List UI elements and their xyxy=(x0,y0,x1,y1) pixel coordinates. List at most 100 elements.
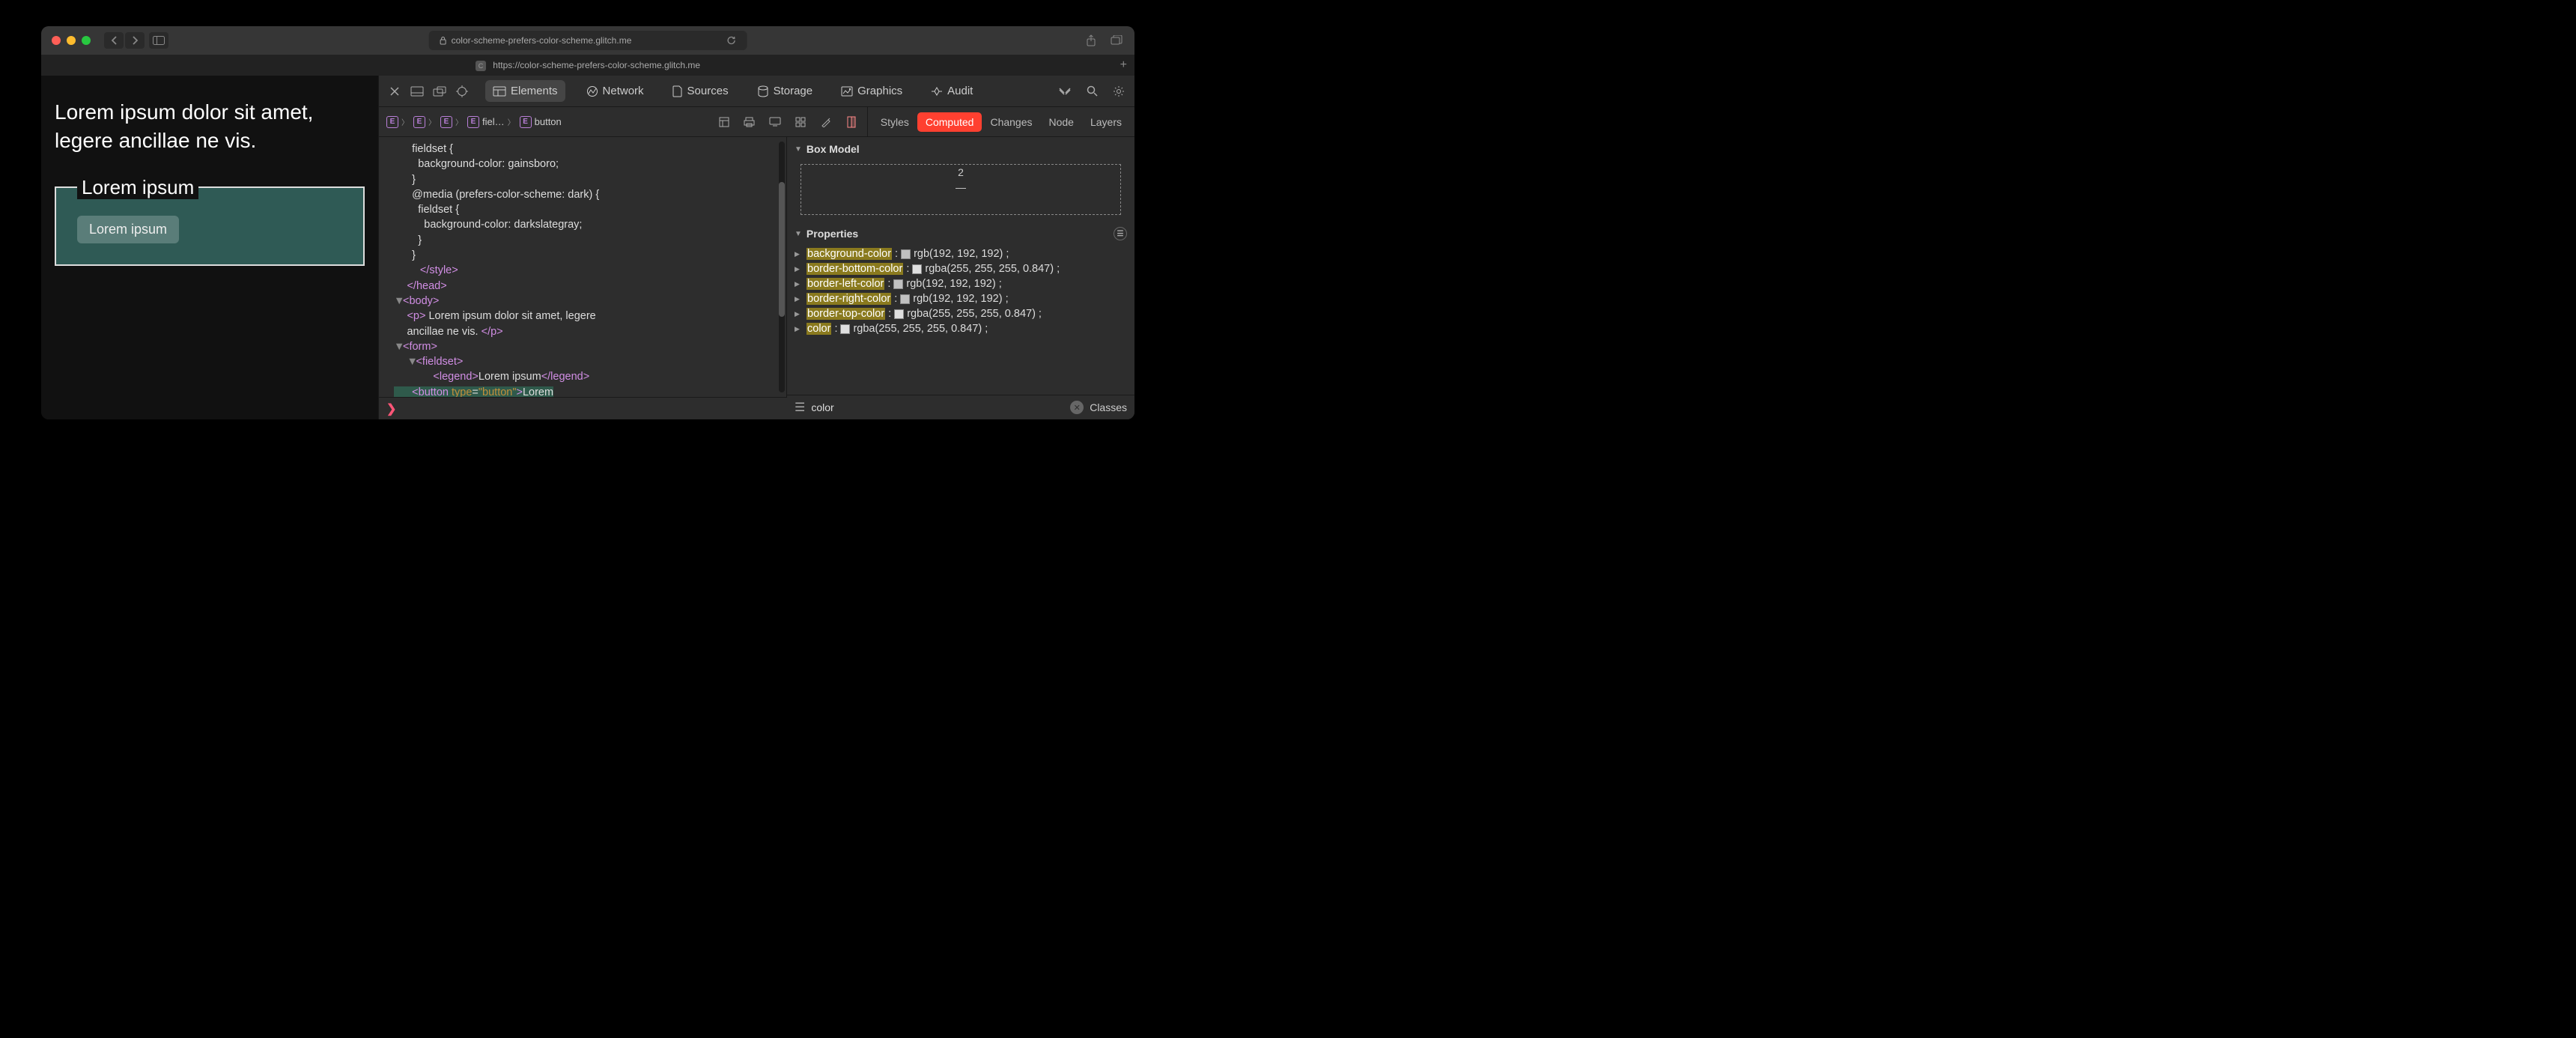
breadcrumb-item[interactable]: E〉 xyxy=(386,116,409,128)
search-button[interactable] xyxy=(1084,83,1100,100)
page-form: Lorem ipsum Lorem ipsum xyxy=(55,176,365,266)
clear-filter-button[interactable]: ✕ xyxy=(1070,401,1084,414)
tab-computed[interactable]: Computed xyxy=(917,112,982,132)
minimize-window-button[interactable] xyxy=(67,36,76,45)
properties-header[interactable]: ▼ Properties ☰ xyxy=(787,221,1134,246)
layout-button[interactable] xyxy=(716,114,732,130)
dom-tree-pane[interactable]: fieldset { background-color: gainsboro; … xyxy=(379,137,787,397)
tab-strip: C https://color-scheme-prefers-color-sch… xyxy=(41,55,1134,76)
lock-icon xyxy=(440,36,447,45)
settings-button[interactable] xyxy=(1111,83,1127,100)
tab-audit[interactable]: Audit xyxy=(923,80,980,102)
property-row[interactable]: ▶border-bottom-color: rgba(255, 255, 255… xyxy=(795,261,1127,276)
scrollbar-thumb[interactable] xyxy=(779,182,785,317)
sidebar-toggle-button[interactable] xyxy=(149,32,168,49)
color-swatch[interactable] xyxy=(840,324,850,334)
element-breadcrumb: E〉 E〉 E〉 Efiel…〉 Ebutton xyxy=(379,116,708,128)
device-button[interactable] xyxy=(767,114,783,130)
tab-styles[interactable]: Styles xyxy=(872,112,917,132)
property-row[interactable]: ▶border-top-color: rgba(255, 255, 255, 0… xyxy=(795,306,1127,321)
devtools-subtoolbar: E〉 E〉 E〉 Efiel…〉 Ebutton Styles xyxy=(379,107,1134,137)
share-button[interactable] xyxy=(1084,33,1099,48)
compositing-button[interactable] xyxy=(843,114,860,130)
chevron-down-icon: ▼ xyxy=(795,145,802,154)
tab-changes[interactable]: Changes xyxy=(982,112,1040,132)
content-split: Lorem ipsum dolor sit amet, legere ancil… xyxy=(41,76,1134,419)
inspect-element-button[interactable] xyxy=(454,83,470,100)
devtools: Elements Network Sources Storage xyxy=(378,76,1134,419)
styles-tabs: Styles Computed Changes Node Layers xyxy=(868,112,1134,132)
tabs-button[interactable] xyxy=(1109,33,1124,48)
tab-graphics[interactable]: Graphics xyxy=(833,80,910,102)
box-model-header[interactable]: ▼ Box Model xyxy=(787,137,1134,161)
box-model-value: — xyxy=(954,180,967,195)
color-swatch[interactable] xyxy=(912,264,922,274)
toolbar-right xyxy=(1084,33,1124,48)
nav-arrows xyxy=(104,32,145,49)
url-text: color-scheme-prefers-color-scheme.glitch… xyxy=(452,35,632,46)
color-swatch[interactable] xyxy=(894,309,904,319)
tab-title: https://color-scheme-prefers-color-schem… xyxy=(493,60,700,70)
page-legend: Lorem ipsum xyxy=(77,176,198,199)
breadcrumb-label: button xyxy=(535,116,562,127)
box-model-value: 2 xyxy=(956,165,965,180)
address-bar[interactable]: color-scheme-prefers-color-scheme.glitch… xyxy=(429,31,747,50)
console-prompt[interactable]: ❯ xyxy=(379,397,787,419)
reload-button[interactable] xyxy=(726,35,736,46)
property-row[interactable]: ▶color: rgba(255, 255, 255, 0.847); xyxy=(795,321,1127,336)
color-swatch[interactable] xyxy=(901,249,911,259)
forward-button[interactable] xyxy=(125,32,145,49)
tab-elements[interactable]: Elements xyxy=(485,80,565,102)
browser-tab[interactable]: C https://color-scheme-prefers-color-sch… xyxy=(476,60,700,71)
tab-sources[interactable]: Sources xyxy=(665,80,736,102)
box-model-title: Box Model xyxy=(806,143,860,155)
devtools-body: fieldset { background-color: gainsboro; … xyxy=(379,137,1134,419)
property-row[interactable]: ▶border-left-color: rgb(192, 192, 192); xyxy=(795,276,1127,291)
breadcrumb-item[interactable]: E〉 xyxy=(413,116,436,128)
property-row[interactable]: ▶border-right-color: rgb(192, 192, 192); xyxy=(795,291,1127,306)
chevron-right-icon: ❯ xyxy=(386,401,396,416)
favicon: C xyxy=(476,61,486,71)
devtools-tabs: Elements Network Sources Storage xyxy=(485,80,980,102)
tab-network[interactable]: Network xyxy=(579,80,651,102)
properties-list: ▶background-color: rgb(192, 192, 192); ▶… xyxy=(787,246,1134,395)
back-button[interactable] xyxy=(104,32,124,49)
dock-bottom-button[interactable] xyxy=(409,83,425,100)
dom-tree[interactable]: fieldset { background-color: gainsboro; … xyxy=(379,137,786,397)
classes-button[interactable]: Classes xyxy=(1090,401,1127,413)
property-row[interactable]: ▶background-color: rgb(192, 192, 192); xyxy=(795,246,1127,261)
chevron-down-icon: ▼ xyxy=(795,230,802,238)
filter-icon: ☰ xyxy=(795,400,805,415)
filter-input[interactable] xyxy=(811,401,1064,413)
devtools-toolbar: Elements Network Sources Storage xyxy=(379,76,1134,107)
new-tab-button[interactable]: + xyxy=(1120,58,1127,72)
color-swatch[interactable] xyxy=(893,279,903,289)
filter-icon[interactable]: ☰ xyxy=(1114,227,1127,240)
page-fieldset: Lorem ipsum Lorem ipsum xyxy=(55,176,365,266)
color-swatch[interactable] xyxy=(900,294,910,304)
traffic-lights xyxy=(52,36,91,45)
devtools-toolbar-right xyxy=(1057,83,1127,100)
paint-button[interactable] xyxy=(818,114,834,130)
zoom-window-button[interactable] xyxy=(82,36,91,45)
properties-title: Properties xyxy=(806,228,858,240)
more-tabs-button[interactable] xyxy=(1057,83,1073,100)
dock-popout-button[interactable] xyxy=(431,83,448,100)
breadcrumb-item[interactable]: Efiel…〉 xyxy=(467,116,515,128)
filter-row: ☰ ✕ Classes xyxy=(787,395,1134,419)
computed-pane: ▼ Box Model 2 — ▼ Properties ☰ xyxy=(787,137,1134,419)
tab-elements-label: Elements xyxy=(511,85,558,97)
grid-button[interactable] xyxy=(792,114,809,130)
tab-layers[interactable]: Layers xyxy=(1082,112,1130,132)
tab-storage[interactable]: Storage xyxy=(750,80,821,102)
tab-storage-label: Storage xyxy=(774,85,813,97)
tab-node[interactable]: Node xyxy=(1041,112,1082,132)
print-button[interactable] xyxy=(741,114,758,130)
close-window-button[interactable] xyxy=(52,36,61,45)
page-button[interactable]: Lorem ipsum xyxy=(77,216,179,243)
breadcrumb-item[interactable]: Ebutton xyxy=(520,116,562,128)
box-model-diagram: 2 — xyxy=(787,161,1134,221)
tab-sources-label: Sources xyxy=(687,85,729,97)
close-devtools-button[interactable] xyxy=(386,83,403,100)
breadcrumb-item[interactable]: E〉 xyxy=(440,116,463,128)
